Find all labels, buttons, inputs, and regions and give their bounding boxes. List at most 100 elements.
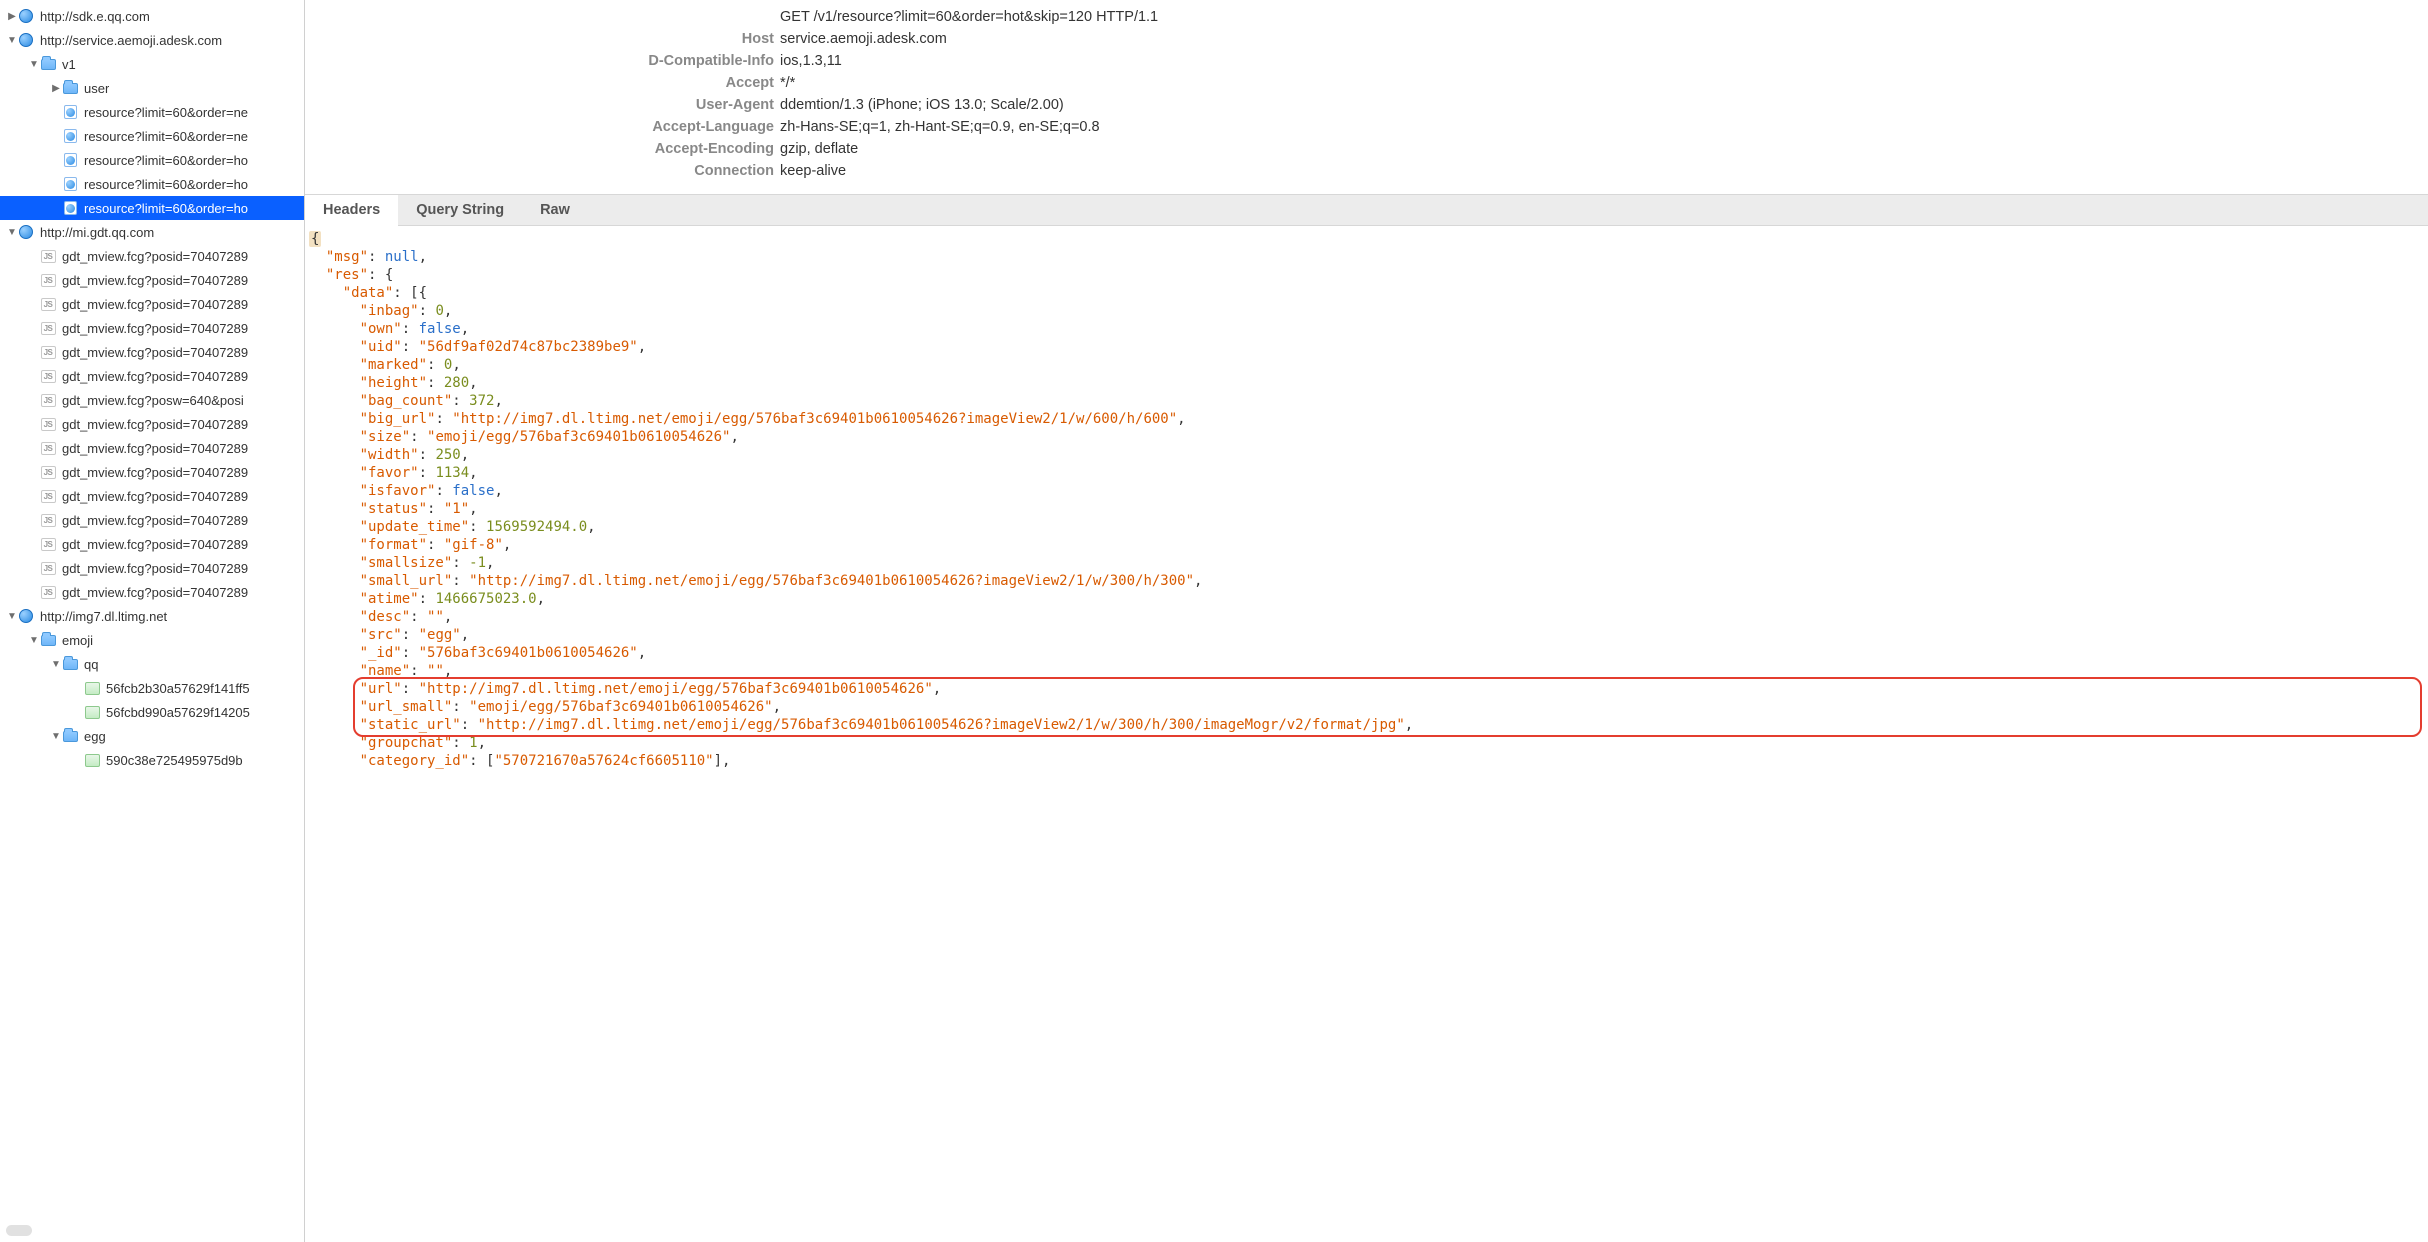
tree-row[interactable]: ▼ http://mi.gdt.qq.com bbox=[0, 220, 304, 244]
json-line: "width": 250, bbox=[309, 446, 2420, 464]
tree-label: http://sdk.e.qq.com bbox=[40, 9, 150, 24]
tree-row[interactable]: ▼ egg bbox=[0, 724, 304, 748]
json-line: "favor": 1134, bbox=[309, 464, 2420, 482]
tab-raw[interactable]: Raw bbox=[522, 195, 588, 225]
sidebar-tree[interactable]: ▶http://sdk.e.qq.com▼http://service.aemo… bbox=[0, 0, 305, 1242]
json-line: "own": false, bbox=[309, 320, 2420, 338]
tree-row[interactable]: JS gdt_mview.fcg?posid=70407289 bbox=[0, 556, 304, 580]
tree-label: resource?limit=60&order=ho bbox=[84, 153, 248, 168]
tree-row[interactable]: ▼v1 bbox=[0, 52, 304, 76]
tree-row[interactable]: ▼emoji bbox=[0, 628, 304, 652]
tree-label: http://service.aemoji.adesk.com bbox=[40, 33, 222, 48]
json-line: "update_time": 1569592494.0, bbox=[309, 518, 2420, 536]
disclosure-down-icon[interactable]: ▼ bbox=[28, 59, 40, 70]
tree-label: gdt_mview.fcg?posid=70407289 bbox=[62, 489, 248, 504]
body-view-tabs: HeadersQuery StringRaw bbox=[305, 194, 2428, 226]
disclosure-down-icon[interactable]: ▼ bbox=[6, 227, 18, 238]
folder-icon bbox=[62, 728, 78, 744]
tree-label: gdt_mview.fcg?posid=70407289 bbox=[62, 345, 248, 360]
disclosure-down-icon[interactable]: ▼ bbox=[6, 35, 18, 46]
tree-row[interactable]: JSgdt_mview.fcg?posid=70407289 bbox=[0, 316, 304, 340]
js-file-icon: JS bbox=[40, 344, 56, 360]
tree-row[interactable]: ▶user bbox=[0, 76, 304, 100]
json-line: "inbag": 0, bbox=[309, 302, 2420, 320]
js-file-icon: JS bbox=[40, 464, 56, 480]
json-line: "_id": "576baf3c69401b0610054626", bbox=[309, 644, 2420, 662]
tab-headers[interactable]: Headers bbox=[305, 195, 398, 226]
js-file-icon: JS bbox=[40, 248, 56, 264]
request-file-icon bbox=[62, 200, 78, 216]
json-response-pane[interactable]: { "msg": null, "res": { "data": [{ "inba… bbox=[305, 226, 2428, 1242]
tree-label: gdt_mview.fcg?posid=70407289 bbox=[62, 441, 248, 456]
tree-row[interactable]: JS gdt_mview.fcg?posid=70407289 bbox=[0, 532, 304, 556]
js-file-icon: JS bbox=[40, 560, 56, 576]
tree-label: http://mi.gdt.qq.com bbox=[40, 225, 154, 240]
tree-label: egg bbox=[84, 729, 106, 744]
request-file-icon bbox=[62, 128, 78, 144]
tree-label: gdt_mview.fcg?posid=70407289 bbox=[62, 513, 248, 528]
tree-label: gdt_mview.fcg?posid=70407289 bbox=[62, 561, 248, 576]
tree-row[interactable]: JSgdt_mview.fcg?posid=70407289 bbox=[0, 364, 304, 388]
json-line: "uid": "56df9af02d74c87bc2389be9", bbox=[309, 338, 2420, 356]
tree-label: gdt_mview.fcg?posid=70407289 bbox=[62, 297, 248, 312]
header-key: Accept-Language bbox=[305, 116, 780, 138]
tree-row[interactable]: JS gdt_mview.fcg?posid=70407289 bbox=[0, 436, 304, 460]
tree-row[interactable]: ▼qq bbox=[0, 652, 304, 676]
disclosure-down-icon[interactable]: ▼ bbox=[28, 635, 40, 646]
json-line: "url_small": "emoji/egg/576baf3c69401b06… bbox=[309, 698, 2420, 716]
js-file-icon: JS bbox=[40, 440, 56, 456]
tree-row[interactable]: resource?limit=60&order=ho bbox=[0, 148, 304, 172]
tree-row[interactable]: JS gdt_mview.fcg?posid=70407289 bbox=[0, 244, 304, 268]
tree-label: 56fcb2b30a57629f141ff5 bbox=[106, 681, 250, 696]
tree-row[interactable]: JS gdt_mview.fcg?posid=70407289 bbox=[0, 340, 304, 364]
globe-icon bbox=[18, 608, 34, 624]
globe-icon bbox=[18, 32, 34, 48]
tree-row[interactable]: resource?limit=60&order=ho bbox=[0, 172, 304, 196]
tree-row[interactable]: JSgdt_mview.fcg?posid=70407289 bbox=[0, 508, 304, 532]
disclosure-right-icon[interactable]: ▶ bbox=[6, 11, 18, 22]
tab-query-string[interactable]: Query String bbox=[398, 195, 522, 225]
tree-row[interactable]: resource?limit=60&order=ne bbox=[0, 100, 304, 124]
tree-row[interactable]: JSgdt_mview.fcg?posid=70407289 bbox=[0, 484, 304, 508]
tree-row[interactable]: 590c38e725495975d9b bbox=[0, 748, 304, 772]
tree-row[interactable]: ▼http://img7.dl.ltimg.net bbox=[0, 604, 304, 628]
json-line: "url": "http://img7.dl.ltimg.net/emoji/e… bbox=[309, 680, 2420, 698]
js-file-icon: JS bbox=[40, 296, 56, 312]
tree-row[interactable]: JSgdt_mview.fcg?posw=640&posi bbox=[0, 388, 304, 412]
image-file-icon bbox=[84, 752, 100, 768]
tree-row[interactable]: resource?limit=60&order=ho bbox=[0, 196, 304, 220]
tree-label: gdt_mview.fcg?posid=70407289 bbox=[62, 249, 248, 264]
header-value: zh-Hans-SE;q=1, zh-Hant-SE;q=0.9, en-SE;… bbox=[780, 116, 1100, 138]
json-line: "small_url": "http://img7.dl.ltimg.net/e… bbox=[309, 572, 2420, 590]
json-line: "data": [{ bbox=[309, 284, 2420, 302]
js-file-icon: JS bbox=[40, 320, 56, 336]
pane-resize-handle[interactable] bbox=[6, 1225, 32, 1236]
disclosure-down-icon[interactable]: ▼ bbox=[50, 659, 62, 670]
tree-row[interactable]: 56fcb2b30a57629f141ff5 bbox=[0, 676, 304, 700]
disclosure-down-icon[interactable]: ▼ bbox=[6, 611, 18, 622]
globe-icon bbox=[18, 8, 34, 24]
image-file-icon bbox=[84, 704, 100, 720]
request-file-icon bbox=[62, 104, 78, 120]
tree-row[interactable]: resource?limit=60&order=ne bbox=[0, 124, 304, 148]
tree-row[interactable]: ▶ http://sdk.e.qq.com bbox=[0, 4, 304, 28]
tree-row[interactable]: ▼ http://service.aemoji.adesk.com bbox=[0, 28, 304, 52]
disclosure-down-icon[interactable]: ▼ bbox=[50, 731, 62, 742]
tree-label: gdt_mview.fcg?posid=70407289 bbox=[62, 537, 248, 552]
json-line: "static_url": "http://img7.dl.ltimg.net/… bbox=[309, 716, 2420, 734]
tree-row[interactable]: 56fcbd990a57629f14205 bbox=[0, 700, 304, 724]
tree-label: 56fcbd990a57629f14205 bbox=[106, 705, 250, 720]
tree-row[interactable]: JS gdt_mview.fcg?posid=70407289 bbox=[0, 292, 304, 316]
json-line: "category_id": ["570721670a57624cf660511… bbox=[309, 752, 2420, 770]
js-file-icon: JS bbox=[40, 536, 56, 552]
tree-row[interactable]: JSgdt_mview.fcg?posid=70407289 bbox=[0, 412, 304, 436]
json-line: "groupchat": 1, bbox=[309, 734, 2420, 752]
tree-row[interactable]: JSgdt_mview.fcg?posid=70407289 bbox=[0, 580, 304, 604]
tree-row[interactable]: JSgdt_mview.fcg?posid=70407289 bbox=[0, 460, 304, 484]
json-line: "src": "egg", bbox=[309, 626, 2420, 644]
disclosure-right-icon[interactable]: ▶ bbox=[50, 83, 62, 94]
image-file-icon bbox=[84, 680, 100, 696]
json-line: "atime": 1466675023.0, bbox=[309, 590, 2420, 608]
header-value: ddemtion/1.3 (iPhone; iOS 13.0; Scale/2.… bbox=[780, 94, 1064, 116]
tree-row[interactable]: JSgdt_mview.fcg?posid=70407289 bbox=[0, 268, 304, 292]
